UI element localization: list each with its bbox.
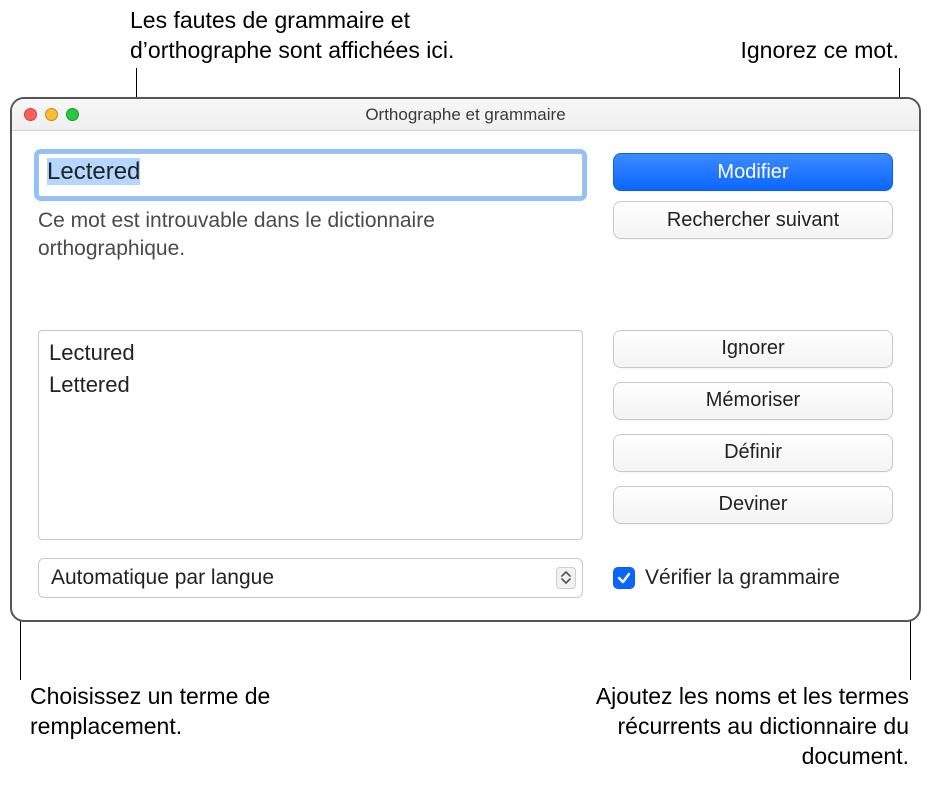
callout-choose-replacement: Choisissez un terme de remplacement. (30, 682, 290, 742)
title-bar: Orthographe et grammaire (12, 99, 919, 131)
suggestions-list[interactable]: Lectured Lettered (38, 330, 583, 540)
explanation-text: Ce mot est introuvable dans le dictionna… (38, 207, 583, 264)
callout-ignore-word: Ignorez ce mot. (599, 36, 899, 66)
chevron-up-down-icon (556, 567, 576, 589)
checkbox-checked-icon[interactable] (613, 567, 635, 589)
define-button[interactable]: Définir (613, 434, 893, 472)
list-item[interactable]: Lettered (49, 369, 572, 401)
callout-errors-shown-here: Les fautes de grammaire et d’orthographe… (130, 6, 490, 66)
callout-add-to-dictionary: Ajoutez les noms et les termes récurrent… (549, 682, 909, 772)
change-button[interactable]: Modifier (613, 153, 893, 191)
language-select[interactable]: Automatique par langue (38, 558, 583, 598)
word-selection: Lectered (47, 158, 140, 185)
window-title: Orthographe et grammaire (12, 105, 919, 125)
check-grammar-label: Vérifier la grammaire (645, 566, 840, 590)
find-next-button[interactable]: Rechercher suivant (613, 201, 893, 239)
guess-button[interactable]: Deviner (613, 486, 893, 524)
ignore-button[interactable]: Ignorer (613, 330, 893, 368)
list-item[interactable]: Lectured (49, 337, 572, 369)
spelling-grammar-window: Orthographe et grammaire Lectered Ce mot… (10, 97, 921, 622)
check-grammar-row[interactable]: Vérifier la grammaire (613, 566, 893, 590)
language-select-value: Automatique par langue (51, 566, 274, 590)
learn-button[interactable]: Mémoriser (613, 382, 893, 420)
misspelled-word-field[interactable]: Lectered (38, 153, 583, 197)
